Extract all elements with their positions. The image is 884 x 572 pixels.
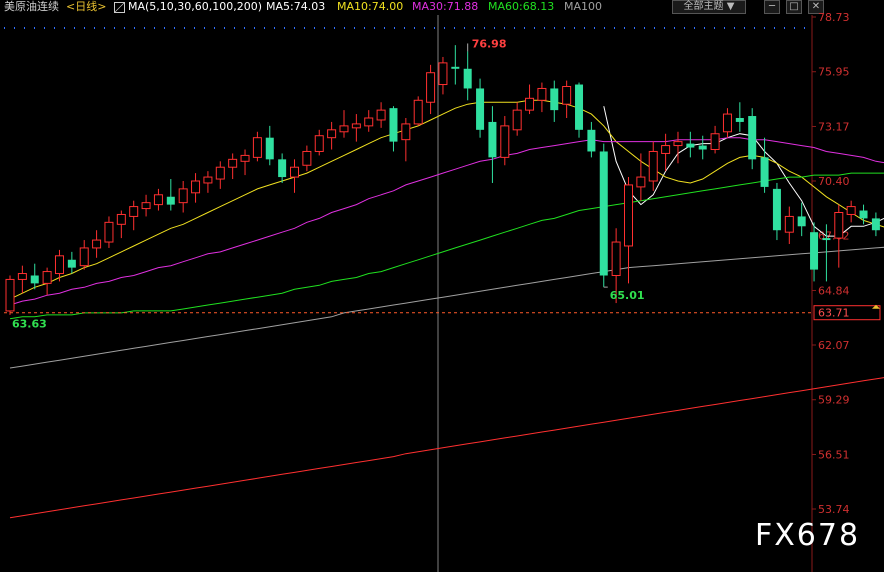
candle-body [735, 117, 744, 122]
candle-body [834, 212, 844, 239]
candle-body [512, 109, 522, 131]
candle-body [624, 184, 633, 247]
y-tick-label: 56.51 [818, 448, 850, 461]
y-tick-label: 62.07 [818, 339, 850, 352]
candle-body [166, 196, 175, 205]
candle-body [104, 221, 114, 243]
candle-body [215, 166, 225, 180]
candle-body [67, 259, 76, 268]
candle-body [698, 145, 707, 150]
y-tick-label: 70.40 [818, 175, 850, 188]
candle-body [92, 239, 102, 249]
candle-body [686, 143, 695, 148]
candle-body [661, 145, 671, 154]
candle-body [240, 154, 250, 162]
candle-body [673, 141, 683, 147]
candle-body [525, 97, 535, 111]
candle-body [550, 88, 559, 111]
candle-body [797, 216, 806, 227]
candle-body [278, 159, 287, 178]
candle-body [290, 166, 300, 178]
candle-body [784, 215, 794, 233]
candle-body [760, 157, 769, 187]
y-tick-label: 59.29 [818, 394, 850, 407]
candle-body [17, 273, 27, 280]
candle-body [587, 129, 596, 152]
candle-body [772, 188, 781, 231]
candle-body [327, 129, 337, 139]
candle-body [42, 271, 52, 284]
candle-body [265, 137, 274, 160]
candle-body [611, 241, 621, 277]
candle-body [376, 109, 386, 121]
candle-body [463, 68, 472, 89]
candle-body [822, 238, 831, 241]
candlestick-chart[interactable]: 78.7375.9573.1770.4067.6264.8462.0759.29… [0, 0, 884, 572]
candle-body [5, 278, 15, 312]
candle-body [178, 188, 188, 204]
candle-body [648, 150, 658, 182]
candle-body [476, 88, 485, 130]
y-tick-label: 53.74 [818, 503, 850, 516]
price-annotation: 65.01 [610, 289, 645, 302]
candle-body [203, 176, 213, 184]
candle-body [401, 123, 411, 141]
candle-body [314, 135, 324, 152]
ma-line-ma200 [9, 377, 884, 519]
candle-body [30, 275, 39, 284]
candle-body [364, 117, 374, 127]
candle-body [339, 125, 349, 133]
y-tick-label: 73.17 [818, 120, 850, 133]
candle-body [252, 137, 262, 158]
candle-body [79, 247, 89, 267]
price-annotation: 76.98 [472, 37, 507, 50]
price-annotation: 63.63 [12, 317, 47, 330]
watermark-logo: FX678 [755, 518, 861, 553]
y-tick-label: 75.95 [818, 66, 850, 79]
candle-body [426, 72, 436, 103]
candle-body [438, 62, 448, 86]
candle-body [871, 218, 880, 231]
candle-body [129, 206, 139, 217]
ma-line-ma5 [603, 106, 884, 237]
candle-body [451, 66, 460, 69]
current-price-label: 63.71 [818, 307, 850, 320]
candle-body [500, 125, 510, 158]
candle-body [141, 202, 151, 210]
candle-body [537, 87, 547, 101]
candle-body [846, 206, 856, 215]
candle-body [599, 151, 608, 276]
candle-body [488, 121, 497, 158]
y-tick-label: 64.84 [818, 284, 850, 297]
candle-body [54, 255, 64, 275]
candle-body [413, 99, 423, 125]
candle-body [562, 85, 572, 105]
candle-body [116, 213, 126, 225]
candle-body [351, 123, 361, 129]
y-tick-label: 78.73 [818, 11, 850, 24]
candle-body [153, 194, 163, 206]
candle-body [636, 176, 646, 188]
ma-line-ma30 [9, 137, 884, 306]
candle-body [302, 150, 312, 166]
candle-body [859, 210, 868, 219]
candle-body [748, 116, 757, 160]
candle-body [228, 158, 238, 168]
candle-body [810, 232, 819, 270]
candle-body [389, 108, 398, 142]
candle-body [722, 113, 732, 133]
candle-body [575, 84, 584, 130]
candle-body [191, 180, 201, 194]
ma-line-ma100 [9, 246, 884, 369]
candle-body [710, 133, 720, 150]
